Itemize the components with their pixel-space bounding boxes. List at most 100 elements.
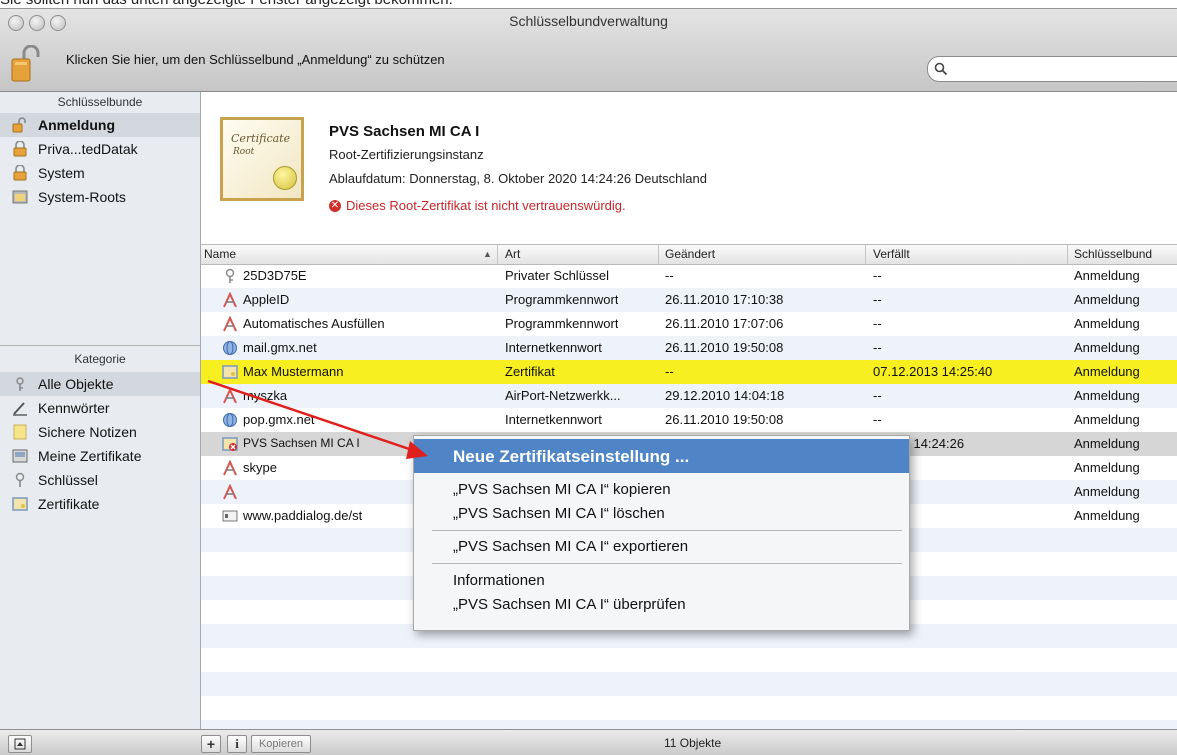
- menu-item-new-certificate-preference[interactable]: Neue Zertifikatseinstellung ...: [414, 439, 909, 473]
- sidebar-item-alle-objekte[interactable]: Alle Objekte: [0, 372, 200, 396]
- lock-keychain-message[interactable]: Klicken Sie hier, um den Schlüsselbund „…: [66, 52, 445, 67]
- cell-bund: Anmeldung: [1074, 388, 1140, 403]
- locked-keychain-icon: [12, 140, 28, 157]
- sidebar-item-label: Zertifikate: [38, 496, 100, 512]
- certificate-icon: [222, 364, 238, 380]
- sidebar-item-label: Alle Objekte: [38, 376, 114, 392]
- menu-item-export[interactable]: „PVS Sachsen MI CA I“ exportieren: [414, 535, 909, 559]
- table-row[interactable]: 25D3D75E Privater Schlüssel -- -- Anmeldung: [201, 264, 1177, 288]
- table-row[interactable]: myszka AirPort-Netzwerkk... 29.12.2010 14:…: [201, 384, 1177, 408]
- copy-button[interactable]: Kopieren: [251, 735, 311, 753]
- column-header-geaendert[interactable]: Geändert: [665, 247, 715, 262]
- password-app-icon: [222, 291, 238, 308]
- table-row[interactable]: mail.gmx.net Internetkennwort 26.11.2010 1…: [201, 336, 1177, 360]
- cell-verfaellt: 07.12.2013 14:25:40: [873, 364, 993, 379]
- sidebar-item-privatedata[interactable]: Priva...tedDatak: [8, 137, 198, 161]
- sidebar-item-system-roots[interactable]: System-Roots: [8, 185, 198, 209]
- cell-name: 25D3D75E: [243, 268, 307, 283]
- cell-verfaellt: --: [873, 316, 882, 331]
- show-keychains-button[interactable]: [8, 735, 32, 753]
- globe-icon: [222, 412, 238, 428]
- cell-name: pop.gmx.net: [243, 412, 315, 427]
- search-field[interactable]: [927, 56, 1177, 82]
- sidebar-item-label: System-Roots: [38, 189, 126, 205]
- certificate-seal-icon: [273, 166, 297, 190]
- cell-name: mail.gmx.net: [243, 340, 317, 355]
- web-form-icon: [222, 508, 238, 524]
- password-app-icon: [222, 459, 238, 476]
- folder-icon: [12, 189, 28, 205]
- empty-row: [201, 648, 1177, 672]
- cell-geaendert: 26.11.2010 19:50:08: [665, 412, 784, 427]
- cell-art: Internetkennwort: [505, 412, 602, 427]
- certificate-image: Certificate Root: [220, 117, 304, 201]
- sidebar-divider[interactable]: [0, 345, 200, 346]
- sidebar-item-label: System: [38, 165, 85, 181]
- menu-item-delete[interactable]: „PVS Sachsen MI CA I“ löschen: [414, 502, 909, 526]
- sidebar-item-anmeldung[interactable]: Anmeldung: [0, 113, 200, 137]
- secure-notes-icon: [12, 424, 28, 440]
- table-row[interactable]: Automatisches Ausfüllen Programmkennwort 2…: [201, 312, 1177, 336]
- menu-item-label: „PVS Sachsen MI CA I“ löschen: [453, 505, 665, 522]
- key-icon: [222, 268, 238, 284]
- menu-item-information[interactable]: Informationen: [414, 569, 909, 593]
- menu-item-verify[interactable]: „PVS Sachsen MI CA I“ überprüfen: [414, 593, 909, 617]
- item-count: 11 Objekte: [664, 736, 722, 750]
- item-expiry: Ablaufdatum: Donnerstag, 8. Oktober 2020…: [329, 171, 707, 186]
- column-header-verfaellt[interactable]: Verfällt: [873, 247, 910, 262]
- certificate-icon: [12, 496, 28, 512]
- cell-geaendert: --: [665, 364, 674, 379]
- cell-bund: Anmeldung: [1074, 292, 1140, 307]
- sort-ascending-icon[interactable]: ▲: [483, 249, 492, 264]
- table-row[interactable]: Max Mustermann Zertifikat -- 07.12.2013 14:…: [201, 360, 1177, 384]
- cell-bund: Anmeldung: [1074, 460, 1140, 475]
- cell-name: Max Mustermann: [243, 364, 344, 379]
- bottom-toolbar: + i Kopieren 11 Objekte: [0, 729, 1177, 755]
- cell-name: myszka: [243, 388, 288, 403]
- item-subtitle: Root-Zertifizierungsinstanz: [329, 147, 484, 162]
- add-item-button[interactable]: +: [201, 735, 221, 753]
- untrusted-certificate-icon: [222, 436, 238, 452]
- cell-geaendert: 26.11.2010 19:50:08: [665, 340, 784, 355]
- cell-geaendert: --: [665, 268, 674, 283]
- column-header-name[interactable]: Name: [204, 247, 236, 262]
- column-separator[interactable]: [497, 245, 498, 264]
- locked-keychain-icon: [12, 164, 28, 181]
- certificate-sub-text: Root: [233, 147, 255, 157]
- column-header-schluesselbund[interactable]: Schlüsselbund: [1074, 247, 1152, 262]
- sidebar-item-zertifikate[interactable]: Zertifikate: [8, 492, 198, 516]
- cell-name: www.paddialog.de/st: [243, 508, 363, 523]
- lock-icon[interactable]: [10, 44, 44, 83]
- column-header-art[interactable]: Art: [505, 247, 520, 262]
- item-title: PVS Sachsen MI CA I: [329, 123, 480, 140]
- cell-geaendert: 29.12.2010 14:04:18: [665, 388, 785, 403]
- column-separator[interactable]: [658, 245, 659, 264]
- sidebar-item-sichere-notizen[interactable]: Sichere Notizen: [8, 420, 198, 444]
- table-row[interactable]: pop.gmx.net Internetkennwort 26.11.2010 19…: [201, 408, 1177, 432]
- cell-geaendert: 26.11.2010 17:10:38: [665, 292, 784, 307]
- cell-geaendert: 26.11.2010 17:07:06: [665, 316, 784, 331]
- empty-row: [201, 672, 1177, 696]
- table-row[interactable]: AppleID Programmkennwort 26.11.2010 17:10:…: [201, 288, 1177, 312]
- sidebar-item-meine-zertifikate[interactable]: Meine Zertifikate: [8, 444, 198, 468]
- sidebar-item-label: Meine Zertifikate: [38, 448, 142, 464]
- column-separator[interactable]: [1067, 245, 1068, 264]
- menu-item-copy[interactable]: „PVS Sachsen MI CA I“ kopieren: [414, 478, 909, 502]
- context-menu: Neue Zertifikatseinstellung ... „PVS Sac…: [413, 435, 910, 631]
- cell-bund: Anmeldung: [1074, 436, 1140, 451]
- cell-art: AirPort-Netzwerkk...: [505, 388, 621, 403]
- cell-verfaellt: --: [873, 388, 882, 403]
- column-separator[interactable]: [865, 245, 866, 264]
- get-info-button[interactable]: i: [227, 735, 247, 753]
- untrusted-warning-text: Dieses Root-Zertifikat ist nicht vertrau…: [346, 198, 626, 213]
- all-items-icon: [12, 376, 28, 392]
- sidebar-item-system[interactable]: System: [8, 161, 198, 185]
- cell-bund: Anmeldung: [1074, 268, 1140, 283]
- window-title: Schlüsselbundverwaltung: [509, 13, 668, 29]
- menu-item-label: Informationen: [453, 572, 545, 589]
- untrusted-warning: ✕ Dieses Root-Zertifikat ist nicht vertr…: [329, 198, 626, 213]
- sidebar-item-kennwoerter[interactable]: Kennwörter: [8, 396, 198, 420]
- cell-art: Internetkennwort: [505, 340, 602, 355]
- my-certificates-icon: [12, 448, 28, 464]
- sidebar-item-schluessel[interactable]: Schlüssel: [8, 468, 198, 492]
